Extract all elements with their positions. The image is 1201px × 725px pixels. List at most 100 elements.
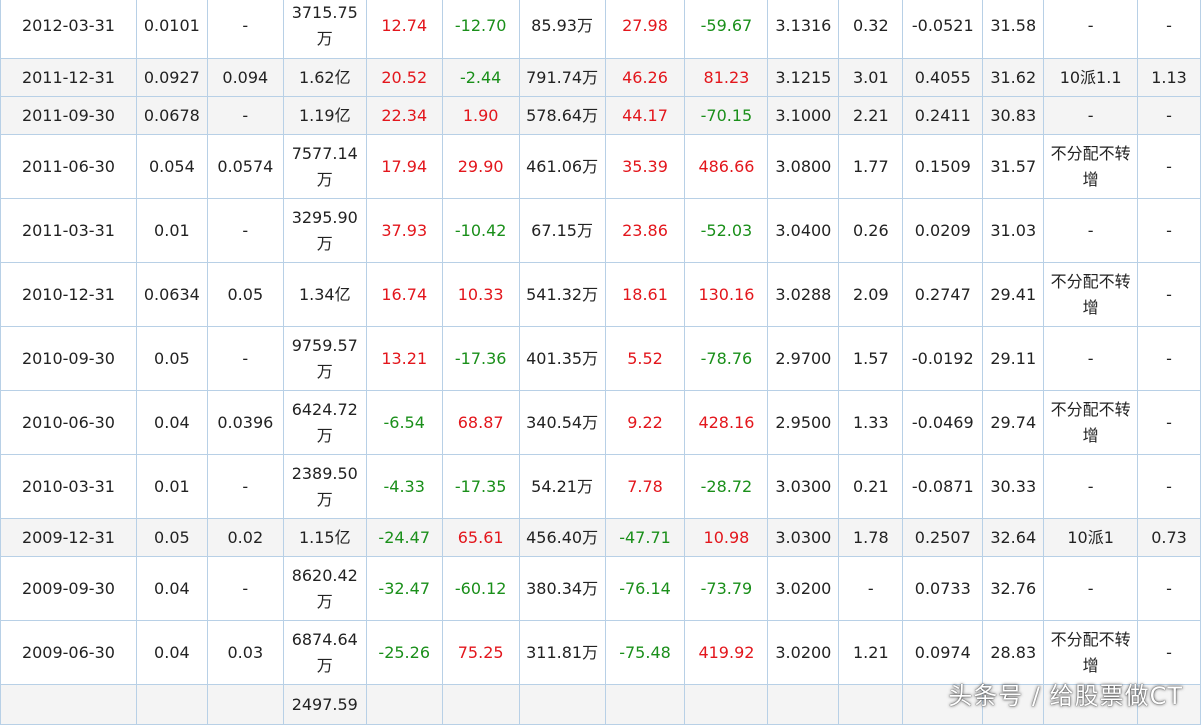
table-cell: 2010-09-30 xyxy=(0,326,137,391)
table-row: 2010-12-31 0.0634 0.05 1.34亿 16.74 10.33 541.3… xyxy=(0,262,1201,327)
table-cell: -17.36 xyxy=(441,326,520,391)
table-cell xyxy=(518,684,606,725)
table-cell: - xyxy=(1137,454,1201,519)
table-cell: 541.32万 xyxy=(518,262,606,327)
table-cell: -73.79 xyxy=(684,556,769,621)
table-row: 2010-03-31 0.01-2389.50万 -4.33 -17.35 54.21万… xyxy=(0,454,1201,519)
table-cell: 0.0396 xyxy=(206,390,284,455)
table-cell xyxy=(0,684,137,725)
table-cell: -2.44 xyxy=(441,58,520,97)
table-cell: 456.40万 xyxy=(518,518,606,557)
table-cell: 1.21 xyxy=(838,620,904,685)
table-cell: 27.98 xyxy=(604,0,686,59)
table-cell: - xyxy=(1137,390,1201,455)
table-cell: 1.34亿 xyxy=(282,262,367,327)
table-cell: 31.03 xyxy=(982,198,1045,263)
table-cell: 44.17 xyxy=(604,96,686,135)
table-cell: 6424.72万 xyxy=(282,390,367,455)
table-cell: -60.12 xyxy=(441,556,520,621)
table-cell: 67.15万 xyxy=(518,198,606,263)
table-cell: -75.48 xyxy=(604,620,686,685)
table-cell: 1.19亿 xyxy=(282,96,367,135)
table-cell: 29.74 xyxy=(982,390,1045,455)
table-cell: -70.15 xyxy=(684,96,769,135)
table-cell: -0.0469 xyxy=(902,390,984,455)
table-cell: - xyxy=(206,556,284,621)
table-cell: 1.57 xyxy=(838,326,904,391)
table-cell: 2009-06-30 xyxy=(0,620,137,685)
table-cell: - xyxy=(1043,96,1138,135)
table-cell: 32.64 xyxy=(982,518,1045,557)
table-cell: 380.34万 xyxy=(518,556,606,621)
table-cell: 17.94 xyxy=(365,134,443,199)
table-cell: - xyxy=(1043,556,1138,621)
table-cell: - xyxy=(1137,0,1201,59)
table-cell: -25.26 xyxy=(365,620,443,685)
table-cell: 0.0678 xyxy=(135,96,208,135)
table-cell: 65.61 xyxy=(441,518,520,557)
table-cell: 不分配不转增 xyxy=(1043,262,1138,327)
table-cell: - xyxy=(1137,262,1201,327)
table-cell: 0.0574 xyxy=(206,134,284,199)
table-cell: 1.13 xyxy=(1137,58,1201,97)
table-cell: 30.83 xyxy=(982,96,1045,135)
table-cell: 29.41 xyxy=(982,262,1045,327)
table-cell: 54.21万 xyxy=(518,454,606,519)
table-cell: 2389.50万 xyxy=(282,454,367,519)
table-cell: 0.0974 xyxy=(902,620,984,685)
table-cell: 13.21 xyxy=(365,326,443,391)
table-cell: 10派1.1 xyxy=(1043,58,1138,97)
table-cell: 31.62 xyxy=(982,58,1045,97)
table-cell xyxy=(767,684,840,725)
table-cell: 0.04 xyxy=(135,390,208,455)
table-cell: -24.47 xyxy=(365,518,443,557)
table-cell: 0.04 xyxy=(135,620,208,685)
table-cell: 不分配不转增 xyxy=(1043,134,1138,199)
table-cell: 0.05 xyxy=(206,262,284,327)
table-cell: 3.1316 xyxy=(767,0,840,59)
table-cell: 20.52 xyxy=(365,58,443,97)
table-cell: 3.1215 xyxy=(767,58,840,97)
table-cell: -0.0521 xyxy=(902,0,984,59)
table-cell: 578.64万 xyxy=(518,96,606,135)
table-row: 2011-03-31 0.01-3295.90万 37.93 -10.42 67.15万… xyxy=(0,198,1201,263)
table-cell: 1.77 xyxy=(838,134,904,199)
table-cell: - xyxy=(206,0,284,59)
table-cell: 461.06万 xyxy=(518,134,606,199)
table-cell: 2009-12-31 xyxy=(0,518,137,557)
table-cell: 3.0300 xyxy=(767,454,840,519)
table-cell: 401.35万 xyxy=(518,326,606,391)
table-cell: 3715.75万 xyxy=(282,0,367,59)
table-cell: 75.25 xyxy=(441,620,520,685)
table-cell: 不分配不转增 xyxy=(1043,390,1138,455)
table-cell: - xyxy=(206,198,284,263)
table-cell: 428.16 xyxy=(684,390,769,455)
table-cell: 3.0400 xyxy=(767,198,840,263)
table-cell: - xyxy=(1137,556,1201,621)
table-cell: 不分配不转增 xyxy=(1043,620,1138,685)
table-cell: 1.62亿 xyxy=(282,58,367,97)
table-cell: 0.2411 xyxy=(902,96,984,135)
table-cell: - xyxy=(838,556,904,621)
table-cell: 340.54万 xyxy=(518,390,606,455)
table-row: 2009-06-30 0.04 0.03 6874.64万 -25.26 75.25 311… xyxy=(0,620,1201,685)
table-cell: -10.42 xyxy=(441,198,520,263)
table-cell: 2011-12-31 xyxy=(0,58,137,97)
table-cell: 2010-06-30 xyxy=(0,390,137,455)
table-cell: 2.21 xyxy=(838,96,904,135)
table-cell: 0.0733 xyxy=(902,556,984,621)
table-cell: 311.81万 xyxy=(518,620,606,685)
table-cell: - xyxy=(1043,0,1138,59)
table-row: 2011-06-30 0.054 0.0574 7577.14万 17.94 29.90 4… xyxy=(0,134,1201,199)
table-cell: - xyxy=(206,454,284,519)
table-cell: 0.054 xyxy=(135,134,208,199)
table-row: 2011-12-31 0.0927 0.094 1.62亿 20.52 -2.44 791.… xyxy=(0,58,1201,97)
table-cell: 28.83 xyxy=(982,620,1045,685)
table-cell: - xyxy=(1043,198,1138,263)
table-cell: 0.1509 xyxy=(902,134,984,199)
table-cell: 791.74万 xyxy=(518,58,606,97)
table-cell: 0.2747 xyxy=(902,262,984,327)
table-cell: -78.76 xyxy=(684,326,769,391)
table-cell: -32.47 xyxy=(365,556,443,621)
table-cell: 3.1000 xyxy=(767,96,840,135)
